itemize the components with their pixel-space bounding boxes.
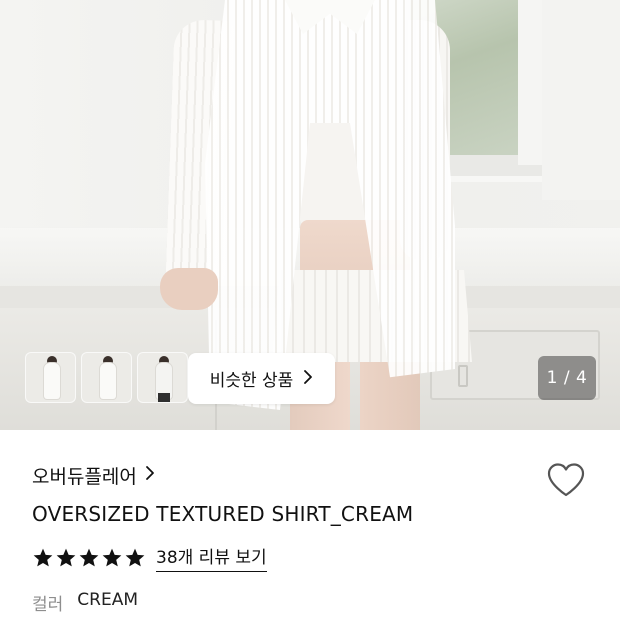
photo-window-mullion — [518, 0, 542, 165]
thumbnail-figure-legs — [158, 393, 170, 402]
star-filled-icon — [79, 548, 99, 566]
brand-link[interactable]: 오버듀플레어 — [32, 462, 155, 489]
star-filled-icon — [125, 548, 145, 566]
thumbnail-figure — [44, 363, 60, 399]
rating-row: 38개 리뷰 보기 — [32, 543, 267, 572]
brand-name: 오버듀플레어 — [32, 466, 137, 488]
chevron-right-icon — [303, 369, 313, 389]
image-counter: 1 / 4 — [538, 356, 596, 400]
thumbnail-figure — [100, 363, 116, 399]
model-hand — [160, 268, 218, 310]
rating-stars — [32, 547, 146, 569]
photo-drawer-handle — [458, 365, 468, 387]
option-label: 컬러 — [32, 595, 64, 615]
star-filled-icon — [33, 548, 53, 566]
similar-products-label: 비슷한 상품 — [209, 371, 294, 391]
product-title: OVERSIZED TEXTURED SHIRT_CREAM — [32, 502, 414, 526]
review-link[interactable]: 38개 리뷰 보기 — [156, 543, 267, 572]
similar-products-button[interactable]: 비슷한 상품 — [188, 353, 335, 404]
thumbnail-strip — [25, 352, 188, 403]
thumbnail-2[interactable] — [81, 352, 132, 403]
option-value: CREAM — [77, 590, 139, 610]
star-filled-icon — [56, 548, 76, 566]
photo-window-side — [542, 0, 620, 200]
star-filled-icon — [102, 548, 122, 566]
thumbnail-3[interactable] — [137, 352, 188, 403]
thumbnail-1[interactable] — [25, 352, 76, 403]
chevron-right-icon — [145, 465, 155, 486]
color-option-row: 컬러 CREAM — [32, 590, 138, 615]
product-image[interactable]: 비슷한 상품 1 / 4 — [0, 0, 620, 430]
wishlist-heart-icon[interactable] — [546, 462, 586, 498]
